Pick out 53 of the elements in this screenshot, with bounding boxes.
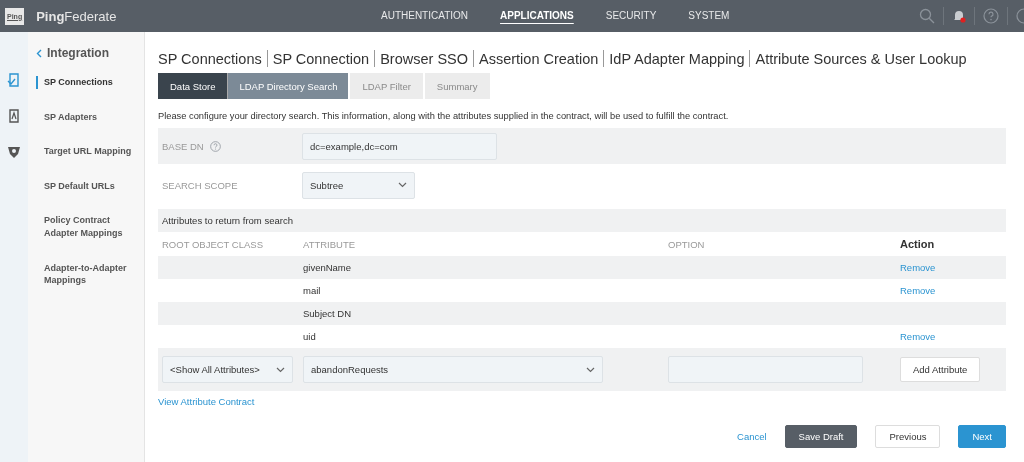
view-attribute-contract-link[interactable]: View Attribute Contract: [158, 396, 255, 407]
sidebar-item[interactable]: Target URL Mapping: [36, 145, 136, 158]
column-header: ATTRIBUTE: [303, 238, 357, 250]
remove-link[interactable]: Remove: [900, 331, 1000, 342]
add-attribute-button[interactable]: Add Attribute: [900, 357, 981, 382]
nav-tab[interactable]: APPLICATIONS: [484, 0, 590, 32]
document-icon[interactable]: [7, 109, 21, 123]
help-icon[interactable]: [983, 8, 999, 24]
nav-tab[interactable]: SECURITY: [589, 0, 673, 32]
wizard-step[interactable]: LDAP Directory Search: [227, 73, 349, 99]
remove-link[interactable]: Remove: [900, 285, 1000, 296]
caret-icon: [276, 366, 285, 373]
description-text: Please configure your directory search. This information, along with the attributes supplied in the contract, will be used to fulfill the contract.: [158, 111, 730, 121]
previous-button[interactable]: Previous: [875, 425, 941, 448]
field-label: SEARCH SCOPE: [162, 179, 239, 191]
object-class-dropdown[interactable]: <Show All Attributes>: [162, 356, 293, 383]
breadcrumb-item: SP Connection: [272, 50, 370, 67]
breadcrumb-item: SP Connections: [158, 50, 262, 67]
product-name: PingFederate: [36, 8, 117, 24]
cancel-link[interactable]: Cancel: [737, 431, 767, 442]
back-link[interactable]: Integration: [47, 46, 109, 60]
section-header: Attributes to return from search: [158, 209, 1006, 232]
sidebar-item[interactable]: Policy Contract Adapter Mappings: [36, 214, 136, 240]
column-header: OPTION: [668, 238, 706, 250]
sidebar-item[interactable]: SP Adapters: [36, 110, 136, 124]
search-scope-dropdown[interactable]: Subtree: [302, 171, 415, 199]
save-draft-button[interactable]: Save Draft: [784, 425, 858, 448]
attribute-dropdown[interactable]: abandonRequests: [303, 356, 603, 383]
bell-icon[interactable]: [952, 9, 966, 23]
shield-icon[interactable]: [7, 145, 21, 159]
breadcrumb-item: IdP Adapter Mapping: [609, 50, 745, 67]
sidebar-item[interactable]: SP Default URLs: [36, 179, 136, 193]
search-icon[interactable]: [919, 8, 935, 24]
base-dn-field[interactable]: dc=example,dc=com: [302, 132, 497, 160]
table-cell-text: Subject DN: [303, 308, 353, 319]
sidebar-item[interactable]: Adapter-to-Adapter Mappings: [36, 261, 136, 287]
help-icon[interactable]: [209, 140, 221, 152]
table-cell-text: mail: [303, 285, 322, 296]
chevron-left-icon[interactable]: [36, 48, 42, 58]
column-header: Action: [900, 238, 936, 250]
nav-tab[interactable]: AUTHENTICATION: [365, 0, 485, 32]
column-header: ROOT OBJECT CLASS: [162, 238, 264, 250]
sidebar-item[interactable]: SP Connections: [36, 76, 136, 89]
caret-icon: [586, 366, 595, 373]
table-cell-text: givenName: [303, 262, 353, 273]
table-cell-text: uid: [303, 331, 317, 342]
nav-tab[interactable]: SYSTEM: [672, 0, 746, 32]
breadcrumb-item: Assertion Creation: [479, 50, 599, 67]
breadcrumb-item: Browser SSO: [380, 50, 469, 67]
caret-icon: [398, 182, 407, 188]
field-label: BASE DN: [162, 140, 204, 152]
breadcrumb-item: Attribute Sources & User Lookup: [755, 50, 967, 67]
wizard-step[interactable]: Data Store: [158, 73, 228, 99]
